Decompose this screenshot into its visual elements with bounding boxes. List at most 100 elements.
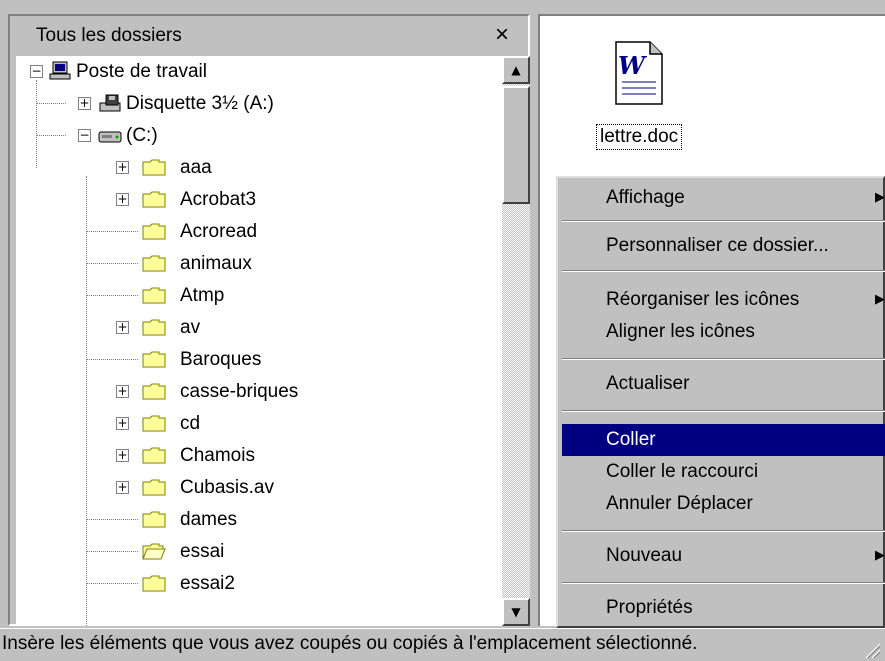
tree-item-folder[interactable]: + Acrobat3 [16,184,502,216]
vertical-scrollbar[interactable]: ▲ ▼ [502,56,530,626]
word-document-icon[interactable]: W [612,40,666,108]
tree-item-label: Disquette 3½ (A:) [126,93,274,114]
tree-connector [86,551,138,552]
tree-item-folder[interactable]: + aaa [16,152,502,184]
hard-drive-icon [98,131,122,143]
status-text: Insère les éléments que vous avez coupés… [2,633,698,654]
folder-icon [142,575,166,592]
expand-icon[interactable]: + [116,385,129,398]
scroll-down-button[interactable]: ▼ [502,598,530,626]
menu-item-label: Coller le raccourci [606,461,759,482]
tree-item-label: essai [180,541,225,562]
tree-item-folder[interactable]: Acroread [16,216,502,248]
collapse-icon[interactable]: − [78,129,91,142]
folder-icon [142,191,166,208]
close-pane-button[interactable]: × [488,20,516,50]
collapse-icon[interactable]: − [30,65,43,78]
expand-icon[interactable]: + [116,481,129,494]
folder-icon [142,223,166,240]
tree-item-label: essai2 [180,573,235,594]
tree-item-folder[interactable]: + av [16,312,502,344]
menu-item-proprietes[interactable]: Propriétés [562,592,885,624]
submenu-arrow-icon: ▶ [875,292,885,307]
menu-item-label: Nouveau [606,545,683,566]
menu-item-label: Personnaliser ce dossier... [606,235,829,256]
tree-item-label: Atmp [180,285,225,306]
tree-item-label: Chamois [180,445,255,466]
tree-item-label: casse-briques [180,381,299,402]
tree-item-folder[interactable]: animaux [16,248,502,280]
tree-item-folder[interactable]: + cd [16,408,502,440]
folder-icon [142,479,166,496]
menu-separator [562,270,885,272]
menu-item-coller-raccourci[interactable]: Coller le raccourci [562,456,885,488]
folders-pane-title: Tous les dossiers [36,25,182,46]
expand-icon[interactable]: + [116,161,129,174]
menu-item-label: Coller [606,429,656,450]
expand-icon[interactable]: + [116,321,129,334]
menu-item-nouveau[interactable]: Nouveau ▶ [562,540,885,572]
menu-item-label: Réorganiser les icônes [606,289,800,310]
tree-connector [86,231,138,232]
menu-item-actualiser[interactable]: Actualiser [562,368,885,400]
menu-item-label: Propriétés [606,597,693,618]
menu-separator [562,220,885,222]
tree-connector [86,263,138,264]
menu-item-label: Actualiser [606,373,690,394]
menu-item-reorganiser[interactable]: Réorganiser les icônes ▶ [562,284,885,316]
folder-icon [142,383,166,400]
tree-connector [86,359,138,360]
tree-item-folder[interactable]: Baroques [16,344,502,376]
tree-item-label: Acroread [180,221,258,242]
tree-connector [86,295,138,296]
tree-item-folder[interactable]: Atmp [16,280,502,312]
tree-item-disquette[interactable]: + Disquette 3½ (A:) [16,88,502,120]
menu-item-annuler-deplacer[interactable]: Annuler Déplacer [562,488,885,520]
menu-item-label: Annuler Déplacer [606,493,753,514]
tree-item-folder[interactable]: + Cubasis.av [16,472,502,504]
computer-icon [49,61,71,80]
submenu-arrow-icon: ▶ [875,548,885,563]
folders-pane-header: Tous les dossiers × [10,16,528,56]
file-name-label[interactable]: lettre.doc [596,124,683,150]
tree-item-poste-de-travail[interactable]: − Poste de travail [16,56,502,88]
tree-item-label: (C:) [126,125,158,146]
folder-icon [142,159,166,176]
tree-item-label: cd [180,413,201,434]
menu-item-affichage[interactable]: Affichage ▶ [562,182,885,214]
folder-icon [142,447,166,464]
menu-item-label: Affichage [606,187,685,208]
tree-item-folder[interactable]: essai [16,536,502,568]
menu-item-label: Aligner les icônes [606,321,755,342]
expand-icon[interactable]: + [116,449,129,462]
resize-grip-icon[interactable] [863,641,881,659]
expand-icon[interactable]: + [116,193,129,206]
tree-connector [86,519,138,520]
tree-item-label: Baroques [180,349,262,370]
scroll-thumb[interactable] [502,86,530,204]
tree-item-folder[interactable]: essai2 [16,568,502,600]
tree-item-folder[interactable]: + casse-briques [16,376,502,408]
svg-text:W: W [618,51,647,80]
tree-item-label: aaa [180,157,212,178]
folder-icon [142,287,166,304]
tree-item-folder[interactable]: dames [16,504,502,536]
expand-icon[interactable]: + [116,417,129,430]
menu-item-personnaliser[interactable]: Personnaliser ce dossier... [562,230,885,262]
tree-connector [86,583,138,584]
tree-item-folder[interactable]: + Chamois [16,440,502,472]
menu-separator [562,410,885,412]
tree-item-label: Acrobat3 [180,189,257,210]
folder-icon [142,415,166,432]
tree-item-label: Poste de travail [76,61,207,82]
tree-item-c-drive[interactable]: − (C:) [16,120,502,152]
expand-icon[interactable]: + [78,97,91,110]
folder-icon [142,255,166,272]
menu-separator [562,530,885,532]
folder-icon [142,511,166,528]
submenu-arrow-icon: ▶ [875,190,885,205]
tree-item-label: dames [180,509,238,530]
menu-item-coller[interactable]: Coller [562,424,885,456]
menu-item-aligner[interactable]: Aligner les icônes [562,316,885,348]
scroll-up-button[interactable]: ▲ [502,56,530,84]
